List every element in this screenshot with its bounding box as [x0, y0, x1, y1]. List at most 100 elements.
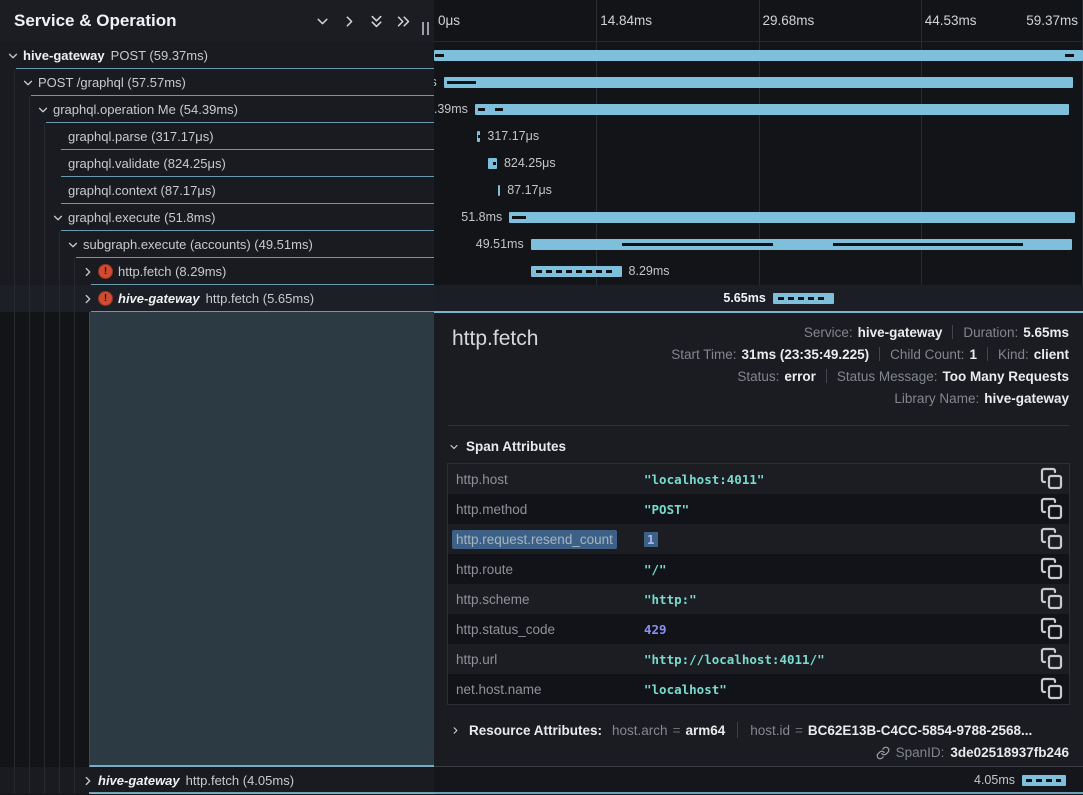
operation-label: graphql.validate (824.25μs): [68, 156, 226, 171]
span-bar[interactable]: [475, 104, 1069, 115]
collapse-one-icon[interactable]: [314, 13, 331, 30]
span-meta-line: Status:errorStatus Message:Too Many Requ…: [671, 365, 1069, 387]
chevron-down-icon[interactable]: [36, 103, 50, 117]
copy-icon[interactable]: [1040, 587, 1064, 611]
attribute-row: http.status_code429: [448, 614, 1069, 644]
attribute-key[interactable]: net.host.name: [448, 682, 644, 697]
span-meta-line: Library Name:hive-gateway: [671, 387, 1069, 409]
copy-icon[interactable]: [1040, 647, 1064, 671]
detail-divider: [448, 425, 1069, 426]
timeline-axis: 0μs14.84ms29.68ms44.53ms59.37ms: [434, 0, 1083, 42]
indent-guide: [29, 258, 30, 285]
indent-guide: [44, 312, 45, 767]
tree-row[interactable]: graphql.validate (824.25μs): [0, 150, 434, 177]
span-bar[interactable]: [1022, 775, 1066, 786]
span-bar[interactable]: [434, 50, 1083, 61]
operation-label: graphql.context (87.17μs): [68, 183, 216, 198]
span-id-value: 3de02518937fb246: [950, 745, 1069, 760]
attribute-value[interactable]: "http:": [644, 592, 1040, 607]
chevron-down-icon[interactable]: [21, 76, 35, 90]
attribute-value[interactable]: "http://localhost:4011/": [644, 652, 1040, 667]
span-bar[interactable]: [531, 266, 622, 277]
span-bar[interactable]: [477, 131, 481, 142]
child-span-mark: [1065, 54, 1074, 57]
indent-guide: [29, 767, 30, 794]
meta-divider: [987, 347, 988, 361]
span-duration-label: 49.51ms: [476, 231, 524, 258]
tree-row[interactable]: graphql.execute (51.8ms): [0, 204, 434, 231]
copy-icon[interactable]: [1040, 497, 1064, 521]
span-bar[interactable]: [773, 293, 835, 304]
link-icon[interactable]: [876, 746, 890, 760]
chevron-right-icon[interactable]: [81, 774, 95, 788]
resource-attributes-pairs: host.arch=arm64host.id=BC62E13B-C4CC-585…: [612, 722, 1032, 738]
span-bar[interactable]: [488, 158, 497, 169]
copy-icon[interactable]: [1040, 527, 1064, 551]
panel-resize-handle[interactable]: [422, 22, 429, 35]
attribute-value[interactable]: "/": [644, 562, 1040, 577]
span-attributes-section-header[interactable]: Span Attributes: [448, 439, 566, 454]
expand-one-icon[interactable]: [341, 13, 358, 30]
tree-row[interactable]: !http.fetch (8.29ms): [0, 258, 434, 285]
copy-icon[interactable]: [1040, 677, 1064, 701]
operation-label: graphql.parse (317.17μs): [68, 129, 214, 144]
attribute-key[interactable]: http.request.resend_count: [448, 532, 644, 547]
attribute-key[interactable]: http.scheme: [448, 592, 644, 607]
chevron-down-icon[interactable]: [6, 49, 20, 63]
operation-label: graphql.execute (51.8ms): [68, 210, 215, 225]
tree-row[interactable]: graphql.parse (317.17μs): [0, 123, 434, 150]
indent-guide: [59, 285, 60, 312]
span-bar[interactable]: [444, 77, 1074, 88]
span-bar[interactable]: [531, 239, 1072, 250]
resource-attributes-row[interactable]: Resource Attributes: host.arch=arm64host…: [448, 717, 1032, 743]
copy-icon[interactable]: [1040, 617, 1064, 641]
header-icons: [314, 0, 412, 42]
tree-row[interactable]: hive-gatewayhttp.fetch (4.05ms): [0, 767, 434, 794]
attribute-key[interactable]: http.url: [448, 652, 644, 667]
tree-row[interactable]: subgraph.execute (accounts) (49.51ms): [0, 231, 434, 258]
chevron-down-icon[interactable]: [51, 211, 65, 225]
tree-row[interactable]: graphql.context (87.17μs): [0, 177, 434, 204]
span-id-label: SpanID:: [896, 745, 945, 760]
meta-value: Too Many Requests: [942, 369, 1069, 384]
meta-value: client: [1034, 347, 1069, 362]
indent-guide: [59, 312, 60, 767]
chevron-down-icon[interactable]: [66, 238, 80, 252]
tree-row[interactable]: hive-gateway POST (59.37ms): [0, 42, 434, 69]
indent-guide: [14, 150, 15, 177]
selected-text: 1: [644, 532, 658, 547]
chevron-right-icon[interactable]: [81, 265, 95, 279]
tree-row[interactable]: POST /graphql (57.57ms): [0, 69, 434, 96]
indent-guide: [29, 123, 30, 150]
attribute-key[interactable]: http.host: [448, 472, 644, 487]
attribute-key[interactable]: http.status_code: [448, 622, 644, 637]
expand-all-icon[interactable]: [395, 13, 412, 30]
tree-row[interactable]: graphql.operation Me (54.39ms): [0, 96, 434, 123]
attribute-value[interactable]: "POST": [644, 502, 1040, 517]
span-bar[interactable]: [498, 185, 500, 196]
expanded-span-highlight: [89, 312, 434, 767]
attribute-value[interactable]: "localhost:4011": [644, 472, 1040, 487]
indent-guide: [14, 285, 15, 312]
operation-label: http.fetch (4.05ms): [186, 773, 294, 788]
attribute-value[interactable]: 429: [644, 622, 1040, 637]
indent-guide: [14, 69, 15, 96]
copy-icon[interactable]: [1040, 467, 1064, 491]
tree-row[interactable]: !hive-gatewayhttp.fetch (5.65ms): [0, 285, 434, 312]
indent-guide: [14, 258, 15, 285]
span-bar[interactable]: [509, 212, 1075, 223]
timeline-row: 54.39ms: [434, 96, 1083, 123]
attribute-row: http.host"localhost:4011": [448, 464, 1069, 494]
span-duration-label: 317.17μs: [487, 123, 539, 150]
attribute-key[interactable]: http.method: [448, 502, 644, 517]
operation-label: POST (59.37ms): [111, 48, 208, 63]
attribute-value[interactable]: "localhost": [644, 682, 1040, 697]
bottom-accent-line: [89, 792, 1083, 794]
error-icon: !: [98, 264, 113, 279]
copy-icon[interactable]: [1040, 557, 1064, 581]
collapse-all-icon[interactable]: [368, 13, 385, 30]
service-name: hive-gateway: [23, 48, 105, 63]
attribute-value[interactable]: 1: [644, 532, 1040, 547]
attribute-key[interactable]: http.route: [448, 562, 644, 577]
chevron-right-icon[interactable]: [81, 292, 95, 306]
